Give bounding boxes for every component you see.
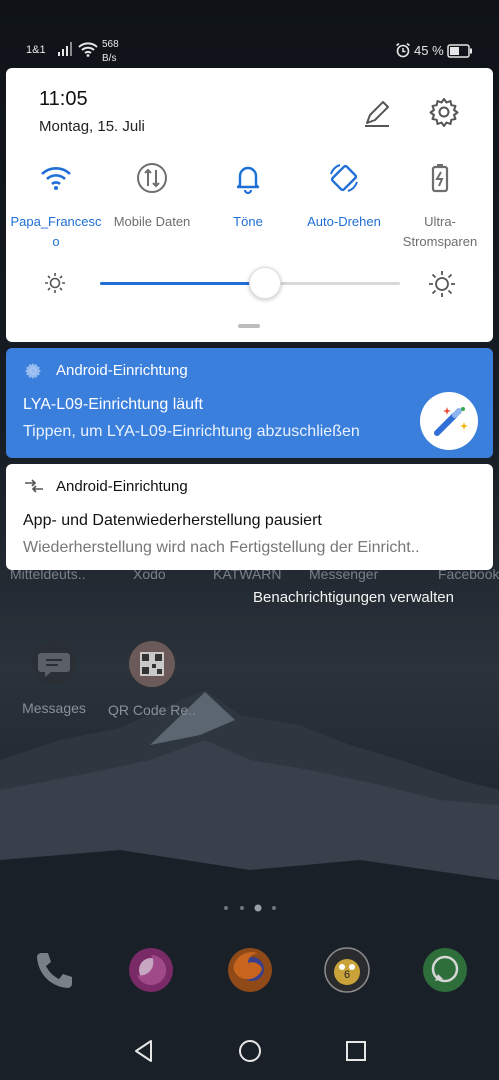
data-speed-unit: B/s <box>102 53 117 64</box>
wifi-icon <box>78 42 98 57</box>
home-app-messages[interactable]: Messages <box>9 640 99 716</box>
tile-mobile-data[interactable]: Mobile Daten <box>104 160 200 232</box>
notification-text: Wiederherstellung wird nach Fertigstellu… <box>23 539 420 556</box>
home-icon[interactable] <box>237 1038 263 1064</box>
edit-icon[interactable] <box>362 98 392 128</box>
tile-wifi[interactable]: Papa_Francesco <box>8 160 104 252</box>
tile-ultra-power-saving[interactable]: Ultra-Stromsparen <box>392 160 488 252</box>
tile-auto-rotate[interactable]: Auto-Drehen <box>296 160 392 232</box>
brightness-slider-thumb[interactable] <box>249 267 281 299</box>
notification-restore-paused[interactable]: Android-Einrichtung App- und Datenwieder… <box>6 464 493 570</box>
firefox-icon[interactable] <box>225 945 275 995</box>
tile-sounds-label: Töne <box>233 214 263 229</box>
tile-ultra-power-saving-label: Ultra-Stromsparen <box>402 214 478 249</box>
navigation-bar <box>0 1020 499 1080</box>
notification-app-name: Android-Einrichtung <box>56 362 188 379</box>
notification-setup-running[interactable]: Android-Einrichtung LYA-L09-Einrichtung … <box>6 348 493 458</box>
sync-arrows-icon <box>25 479 43 493</box>
quick-settings-panel: 11:05 Montag, 15. Juli Papa_Francesco Mo… <box>6 68 493 342</box>
brightness-high-icon <box>429 271 455 297</box>
signal-icon <box>58 42 72 56</box>
notification-title: LYA-L09-Einrichtung läuft <box>23 396 203 413</box>
auto-rotate-icon <box>330 164 358 192</box>
notification-title: App- und Datenwiederherstellung pausiert <box>23 512 322 529</box>
whatsapp-icon[interactable] <box>420 945 470 995</box>
data-speed: 568 B/s <box>102 38 126 66</box>
gear-icon <box>25 363 41 379</box>
tile-mobile-data-label: Mobile Daten <box>113 214 191 229</box>
tile-sounds[interactable]: Töne <box>200 160 296 232</box>
status-bar: 1&1 568 B/s 45 % <box>0 36 499 66</box>
brightness-slider-fill <box>100 282 265 285</box>
panel-drag-handle[interactable] <box>238 324 260 328</box>
battery-percent: 45 % <box>414 43 444 58</box>
setup-wizard-icon <box>420 392 478 450</box>
notification-app-name: Android-Einrichtung <box>56 478 188 495</box>
back-icon[interactable] <box>131 1038 157 1064</box>
wifi-icon <box>41 167 71 190</box>
brightness-low-icon <box>45 273 65 293</box>
battery-icon <box>447 44 472 58</box>
carrier-name: 1&1 <box>26 44 46 56</box>
bell-icon <box>236 166 260 195</box>
gear-icon[interactable] <box>428 96 460 128</box>
notification-text: Tippen, um LYA-L09-Einrichtung abzuschli… <box>23 423 360 440</box>
alarm-icon <box>396 42 410 58</box>
battery-saver-icon <box>431 164 449 193</box>
clock[interactable]: 11:05 <box>39 88 88 111</box>
page-indicator <box>224 904 276 912</box>
phone-icon[interactable] <box>28 945 78 995</box>
home-app-label: Messages <box>22 700 86 716</box>
tile-auto-rotate-label: Auto-Drehen <box>307 214 381 229</box>
home-app-qr-code[interactable]: QR Code Re.. <box>107 640 197 718</box>
firefox-focus-icon[interactable] <box>126 945 176 995</box>
date[interactable]: Montag, 15. Juli <box>39 118 145 135</box>
messages-icon <box>32 641 76 685</box>
svg-text:6: 6 <box>344 969 350 981</box>
recents-icon[interactable] <box>343 1038 369 1064</box>
six-game-icon[interactable]: 6 <box>322 945 372 995</box>
manage-notifications-button[interactable]: Benachrichtigungen verwalten <box>253 589 454 606</box>
home-app-label: QR Code Re.. <box>108 702 196 718</box>
qr-code-icon <box>129 641 175 687</box>
tile-wifi-label: Papa_Francesco <box>10 214 102 249</box>
mobile-data-icon <box>137 163 167 193</box>
data-speed-value: 568 <box>102 39 119 50</box>
